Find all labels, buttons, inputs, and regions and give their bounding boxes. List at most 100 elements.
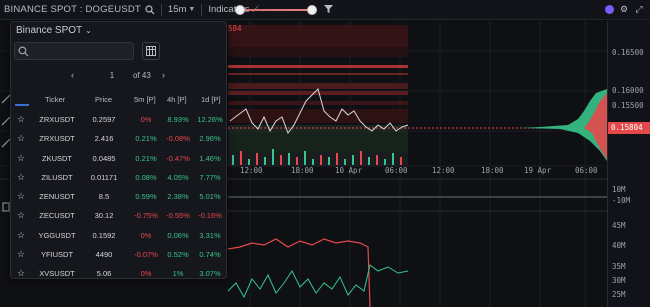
ticker-cell: ZENUSDT bbox=[39, 192, 75, 202]
star-icon[interactable]: ☆ bbox=[17, 230, 25, 241]
filter-icon[interactable] bbox=[324, 4, 334, 16]
price-axis-label: 0.16000 bbox=[612, 86, 644, 95]
price-cell: 0.2597 bbox=[92, 115, 116, 124]
change-4h-cell: -0.08% bbox=[166, 134, 190, 144]
price-cell: 4490 bbox=[95, 250, 113, 260]
change-4h-cell: 0.06% bbox=[167, 230, 189, 240]
search-icon bbox=[18, 46, 29, 57]
watchlist-panel: Binance SPOT ⌄ ‹ 1 of 43 › Ticker Price bbox=[10, 21, 227, 279]
star-icon[interactable]: ☆ bbox=[17, 133, 25, 144]
trendline-tool-icon[interactable] bbox=[1, 94, 11, 104]
price-axis[interactable]: 0.16500 0.16000 0.15500 10M -10M 45M 40M… bbox=[607, 21, 650, 307]
star-icon[interactable]: ☆ bbox=[17, 191, 25, 202]
interval-selector[interactable]: 15m ▼ bbox=[168, 4, 195, 15]
change-1d-cell: 1.46% bbox=[199, 153, 221, 163]
change-4h-cell: 4.05% bbox=[167, 172, 189, 182]
chevron-left-icon[interactable]: ‹ bbox=[71, 70, 74, 80]
change-4h-cell: 0.52% bbox=[167, 250, 189, 260]
table-row[interactable]: ☆ XVSUSDT 5.06 0% 1% 3.07% bbox=[11, 264, 228, 283]
fullscreen-icon[interactable]: ⤢ bbox=[634, 4, 644, 14]
symbol-selector[interactable]: BINANCE SPOT : DOGEUSDT bbox=[0, 4, 155, 15]
exchange-selector[interactable]: Binance SPOT ⌄ bbox=[16, 25, 92, 36]
search-icon[interactable] bbox=[145, 4, 155, 15]
change-1d-cell: 12.26% bbox=[197, 115, 223, 124]
change-1d-cell: 3.07% bbox=[199, 269, 221, 279]
star-icon[interactable]: ☆ bbox=[17, 172, 25, 183]
table-row[interactable]: ☆ ZRXUSDT 2.416 0.21% -0.08% 2.96% bbox=[11, 129, 228, 148]
ray-tool-icon[interactable] bbox=[1, 116, 11, 126]
price-cell: 30.12 bbox=[94, 211, 114, 221]
ticker-cell: ZILUSDT bbox=[41, 172, 73, 182]
time-axis-label: 12:00 bbox=[240, 166, 263, 175]
table-row[interactable]: ☆ YFIUSDT 4490 -0.07% 0.52% 0.74% bbox=[11, 245, 228, 264]
lower-axis-label: 25M bbox=[612, 290, 626, 299]
range-slider-start-handle[interactable] bbox=[235, 5, 245, 15]
change-4h-cell: 1% bbox=[172, 269, 184, 279]
ticker-cell: XVSUSDT bbox=[39, 269, 75, 279]
time-axis-label: 18:00 bbox=[291, 166, 314, 175]
page-count: of 43 bbox=[133, 71, 151, 80]
volume-axis-label: -10M bbox=[612, 196, 631, 205]
star-icon[interactable]: ☆ bbox=[17, 210, 25, 221]
time-axis-label: 12:00 bbox=[432, 166, 455, 175]
change-4h-cell: -0.55% bbox=[166, 211, 190, 221]
pencil-tool-icon[interactable] bbox=[1, 138, 11, 148]
change-4h-cell: 2.38% bbox=[167, 192, 189, 202]
table-row[interactable]: ☆ ZENUSDT 8.5 0.59% 2.38% 5.01% bbox=[11, 187, 228, 206]
ticker-cell: ZECUSDT bbox=[39, 211, 75, 221]
price-cell: 2.416 bbox=[94, 134, 114, 144]
lower-pane-red-series bbox=[227, 238, 371, 307]
star-icon[interactable]: ☆ bbox=[17, 249, 25, 260]
price-axis-label: 0.16500 bbox=[612, 48, 644, 57]
current-price-tag: 0.15804 bbox=[608, 122, 650, 134]
price-axis-label: 0.15500 bbox=[612, 101, 644, 110]
page-number[interactable]: 1 bbox=[104, 71, 120, 80]
exchange-label: Binance SPOT bbox=[16, 25, 83, 36]
star-icon[interactable]: ☆ bbox=[17, 268, 25, 279]
lower-axis-label: 45M bbox=[612, 221, 626, 230]
watchlist-search-row bbox=[14, 42, 224, 62]
top-toolbar: BINANCE SPOT : DOGEUSDT 15m ▼ Indicators… bbox=[0, 0, 650, 20]
table-row[interactable]: ☆ YGGUSDT 0.1592 0% 0.06% 3.31% bbox=[11, 226, 228, 245]
toolbar-divider bbox=[160, 3, 162, 16]
table-row[interactable]: ☆ ZECUSDT 30.12 -0.75% -0.55% -0.16% bbox=[11, 206, 228, 225]
table-row[interactable]: ☆ ZILUSDT 0.01171 0.08% 4.05% 7.77% bbox=[11, 168, 228, 187]
change-1d-cell: 3.31% bbox=[199, 230, 221, 240]
chevron-right-icon[interactable]: › bbox=[162, 70, 165, 80]
lower-axis-label: 35M bbox=[612, 262, 626, 271]
ticker-cell: YGGUSDT bbox=[38, 230, 76, 240]
change-1d-cell: -0.16% bbox=[198, 211, 222, 221]
toolbar-divider bbox=[201, 3, 203, 16]
change-5m-cell: 0.59% bbox=[135, 192, 157, 202]
table-row[interactable]: ☆ ZKUSDT 0.0485 0.21% -0.47% 1.46% bbox=[11, 149, 228, 168]
column-ticker[interactable]: Ticker bbox=[45, 95, 65, 104]
chevron-down-icon: ▼ bbox=[188, 6, 196, 13]
change-4h-cell: 8.93% bbox=[167, 115, 189, 124]
change-5m-cell: -0.07% bbox=[134, 250, 158, 260]
chevron-down-icon: ⌄ bbox=[85, 26, 92, 35]
column-4h[interactable]: 4h [P] bbox=[167, 95, 187, 104]
watchlist-search-box[interactable] bbox=[14, 42, 134, 60]
time-axis-label: 06:00 bbox=[385, 166, 408, 175]
column-price[interactable]: Price bbox=[95, 95, 112, 104]
ticker-cell: ZRXUSDT bbox=[39, 134, 75, 144]
ticker-cell: ZKUSDT bbox=[42, 153, 72, 163]
change-5m-cell: 0.21% bbox=[135, 153, 157, 163]
range-slider[interactable] bbox=[235, 5, 317, 15]
star-icon[interactable]: ☆ bbox=[17, 153, 25, 164]
watchlist-search-input[interactable] bbox=[29, 44, 131, 58]
gear-icon[interactable]: ⚙ bbox=[619, 4, 629, 14]
range-slider-end-handle[interactable] bbox=[307, 5, 317, 15]
spreadsheet-button[interactable] bbox=[142, 42, 160, 60]
table-row[interactable]: ☆ ZRXUSDT 0.2597 0% 8.93% 12.26% bbox=[11, 110, 228, 129]
lower-axis-label: 40M bbox=[612, 241, 626, 250]
price-cell: 8.5 bbox=[98, 192, 110, 202]
trash-icon[interactable] bbox=[2, 202, 10, 212]
account-status-icon[interactable] bbox=[605, 4, 614, 14]
change-5m-cell: 0.08% bbox=[135, 172, 157, 182]
column-5m[interactable]: 5m [P] bbox=[134, 95, 156, 104]
column-1d[interactable]: 1d [P] bbox=[201, 95, 221, 104]
spreadsheet-icon bbox=[146, 46, 156, 56]
time-axis-label: 06:00 bbox=[575, 166, 598, 175]
star-icon[interactable]: ☆ bbox=[17, 114, 25, 125]
